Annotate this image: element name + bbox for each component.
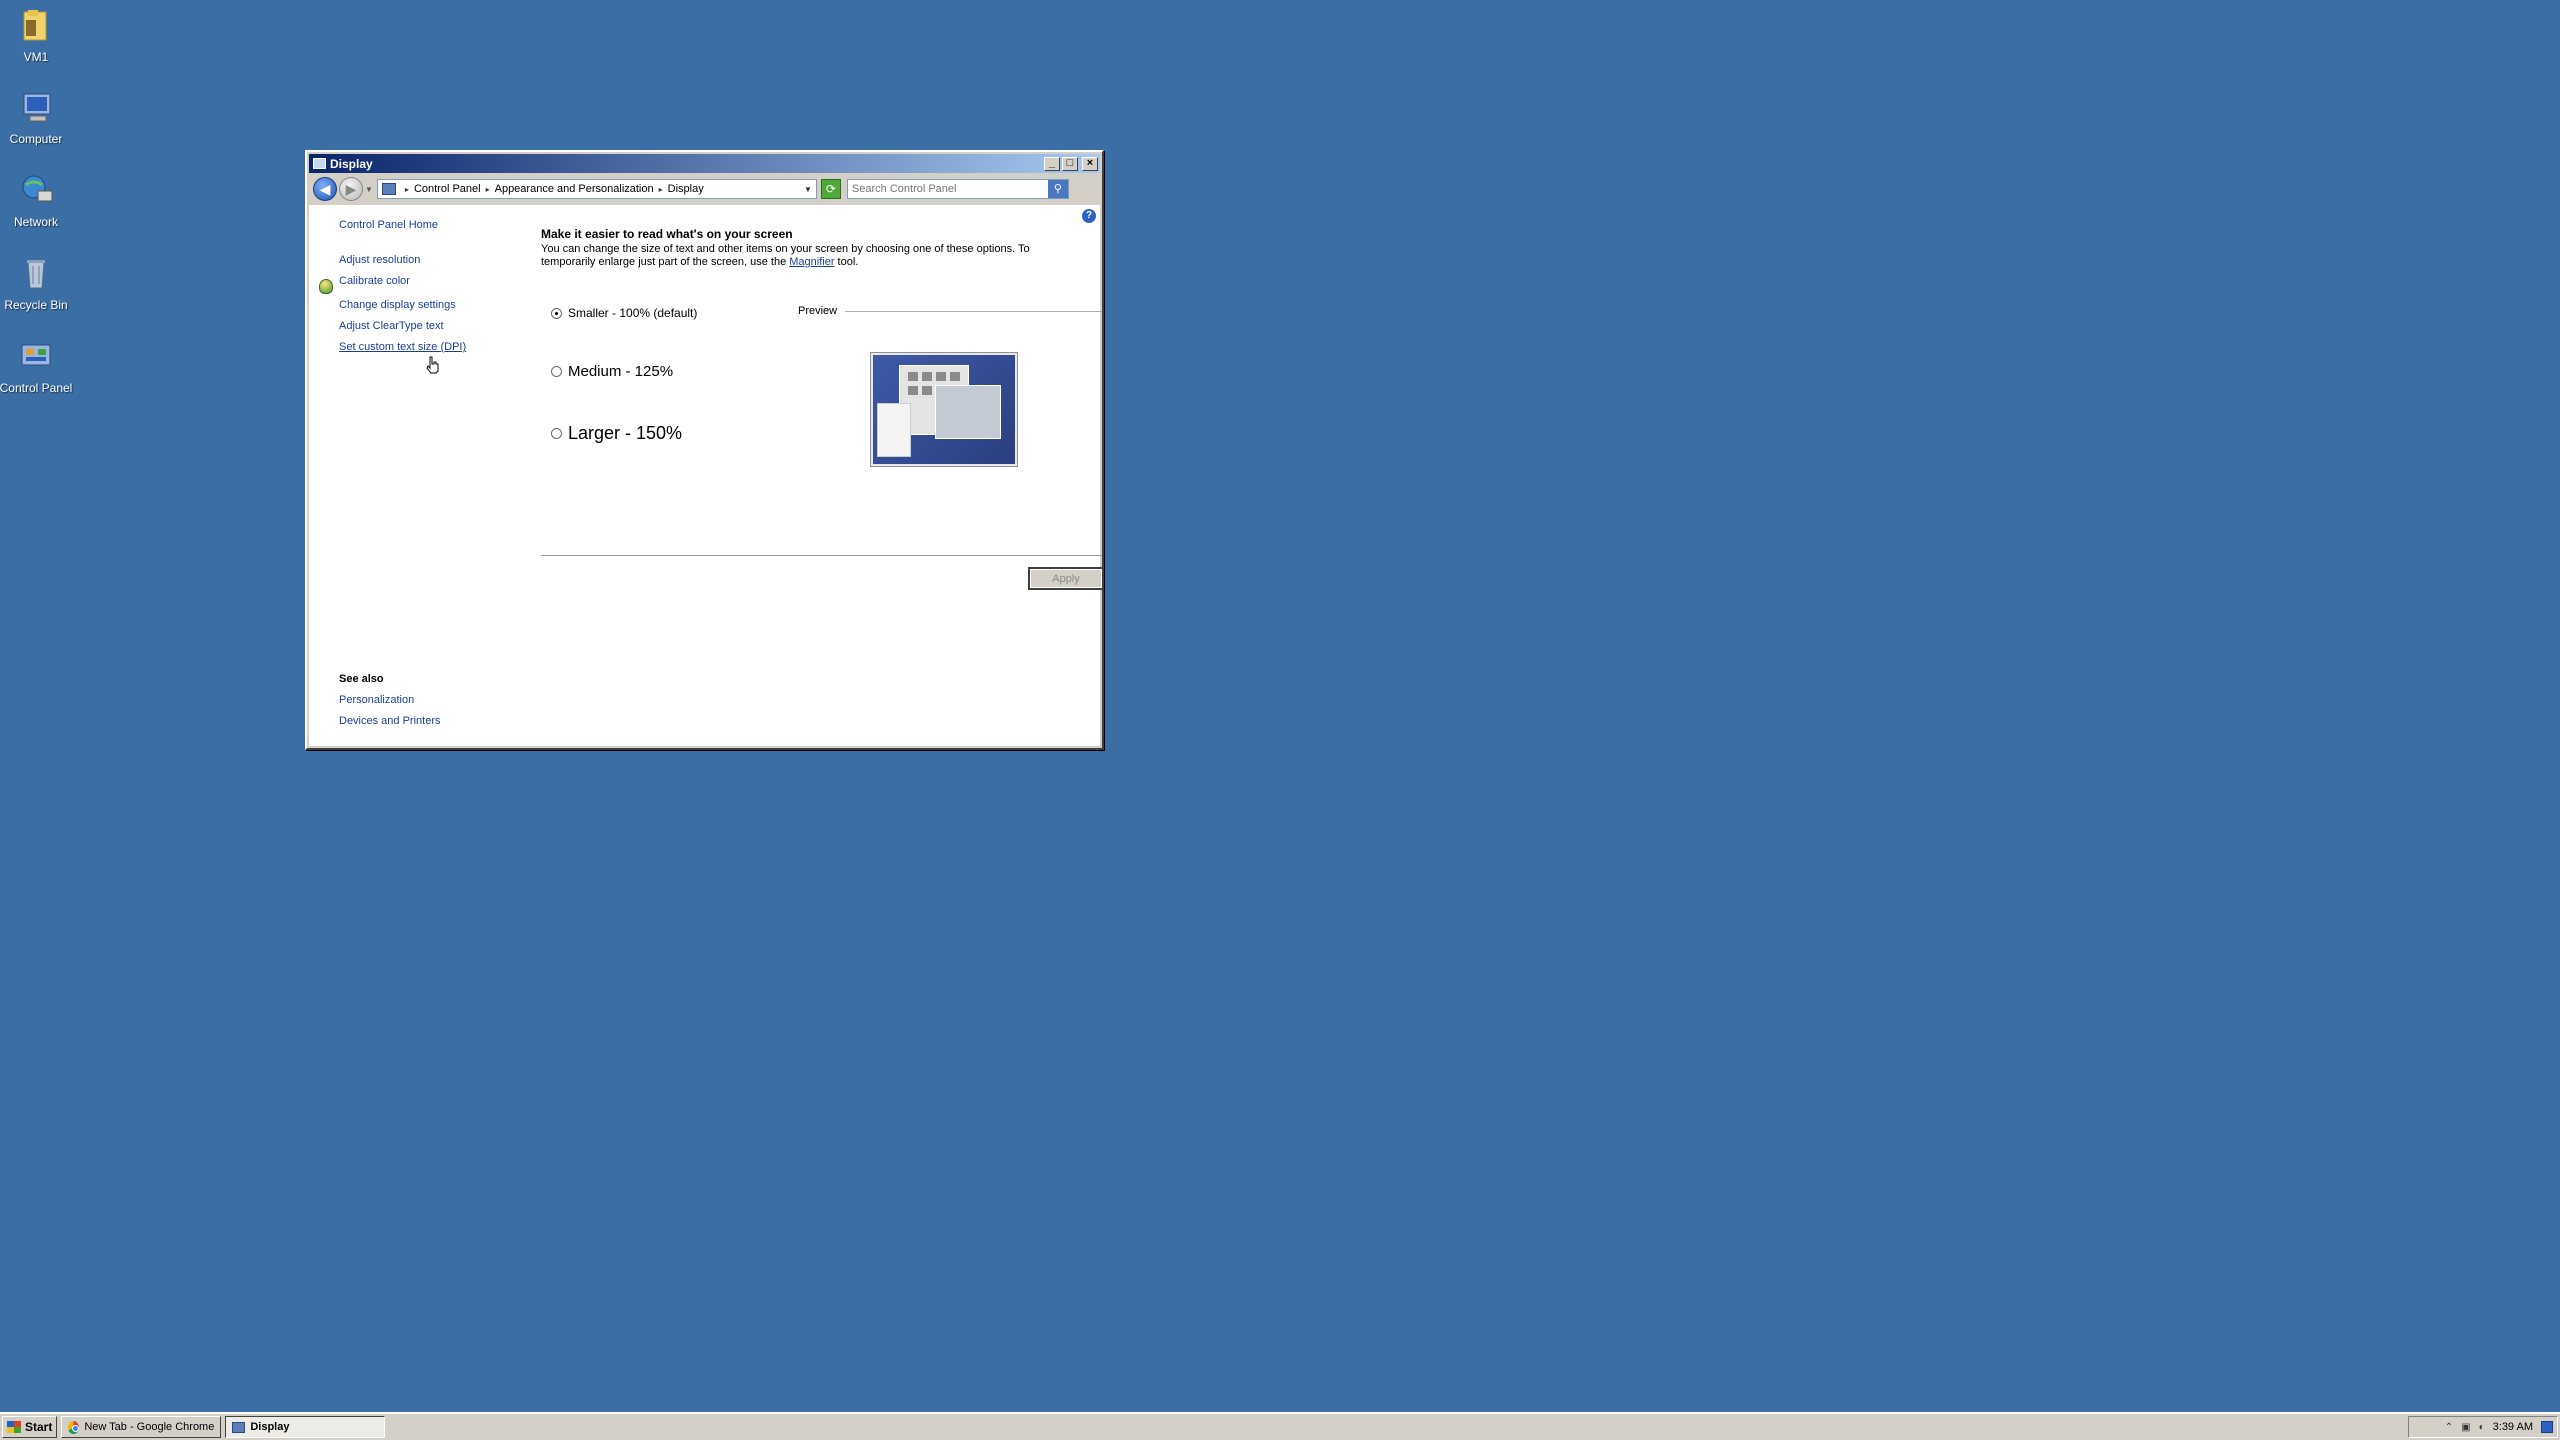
desktop-icon-vm1[interactable]: VM1 — [0, 6, 76, 64]
description-text: You can change the size of text and othe… — [541, 243, 1030, 268]
window-title: Display — [330, 156, 373, 171]
page-title: Make it easier to read what's on your sc… — [541, 227, 793, 241]
preview-sidebar — [877, 403, 911, 457]
chrome-icon — [68, 1420, 80, 1434]
refresh-button[interactable]: ⟳ — [820, 179, 841, 199]
search-input[interactable] — [847, 183, 1048, 195]
radio-button[interactable] — [551, 428, 562, 439]
breadcrumb-display[interactable]: Display — [668, 183, 704, 195]
forward-button[interactable]: ▶ — [339, 177, 363, 201]
close-button[interactable]: × — [1082, 156, 1098, 171]
content-area: ? Control Panel Home Adjust resolution C… — [309, 205, 1104, 746]
control-panel-icon — [381, 183, 396, 195]
nav-adjust-cleartype[interactable]: Adjust ClearType text — [339, 320, 444, 332]
preview-tile — [922, 372, 932, 381]
nav-calibrate-color[interactable]: Calibrate color — [339, 275, 410, 287]
preview-window — [935, 385, 1001, 439]
network-icon — [22, 175, 53, 202]
task-label: Display — [250, 1421, 290, 1433]
computer-icon — [23, 93, 51, 122]
volume-icon[interactable]: ◐ — [2479, 1422, 2485, 1433]
option-label[interactable]: Larger - 150% — [568, 423, 682, 444]
nav-adjust-resolution[interactable]: Adjust resolution — [339, 254, 420, 266]
magnifier-link[interactable]: Magnifier — [789, 256, 834, 268]
apply-button[interactable]: Apply — [1028, 567, 1104, 590]
page-description: You can change the size of text and othe… — [541, 243, 1086, 269]
windows-logo-icon — [7, 1421, 21, 1433]
display-icon — [313, 158, 326, 169]
display-icon — [232, 1421, 246, 1433]
nav-change-display-settings[interactable]: Change display settings — [339, 299, 456, 311]
taskbar-display[interactable]: Display — [225, 1416, 386, 1438]
option-label[interactable]: Medium - 125% — [568, 363, 673, 380]
see-also-heading: See also — [339, 673, 384, 685]
recycle-bin-icon — [27, 260, 45, 289]
nav-custom-text-size[interactable]: Set custom text size (DPI) — [339, 341, 466, 353]
back-button[interactable]: ◀ — [313, 177, 337, 201]
left-nav: Control Panel Home Adjust resolution Cal… — [309, 205, 519, 746]
search-icon[interactable]: ⚲ — [1047, 180, 1068, 198]
option-medium[interactable]: Medium - 125% — [551, 363, 673, 380]
desktop-icon-recycle-bin[interactable]: Recycle Bin — [0, 254, 76, 312]
maximize-button[interactable]: □ — [1062, 156, 1078, 171]
option-label[interactable]: Smaller - 100% (default) — [568, 306, 697, 320]
radio-button[interactable] — [551, 366, 562, 377]
nav-devices-printers[interactable]: Devices and Printers — [339, 715, 441, 727]
nav-control-panel-home[interactable]: Control Panel Home — [339, 219, 438, 231]
main-pane: Make it easier to read what's on your sc… — [537, 205, 1104, 746]
nav-personalization[interactable]: Personalization — [339, 694, 414, 706]
system-tray: ⌃ ▣ ◐ 3:39 AM — [2408, 1416, 2558, 1438]
start-button[interactable]: Start — [2, 1416, 58, 1438]
folder-icon — [23, 10, 47, 41]
chevron-right-icon[interactable]: ▸ — [405, 185, 409, 194]
breadcrumb-control-panel[interactable]: Control Panel — [414, 183, 481, 195]
show-desktop-icon[interactable] — [2541, 1421, 2553, 1433]
task-label: New Tab - Google Chrome — [84, 1421, 215, 1433]
tray-arrow-icon[interactable]: ⌃ — [2445, 1422, 2453, 1433]
address-bar: ◀ ▶ ▼ ▸ Control Panel ▸ Appearance and P… — [309, 175, 1100, 203]
taskbar-chrome[interactable]: New Tab - Google Chrome — [61, 1416, 222, 1438]
preview-tile — [950, 372, 960, 381]
minimize-button[interactable]: _ — [1044, 156, 1060, 171]
preview-desktop — [873, 355, 1015, 464]
separator — [541, 555, 1102, 556]
chevron-right-icon[interactable]: ▸ — [486, 185, 490, 194]
start-label: Start — [25, 1420, 53, 1434]
preview-tile — [936, 372, 946, 381]
hand-cursor-icon — [426, 356, 439, 374]
option-larger[interactable]: Larger - 150% — [551, 423, 682, 444]
breadcrumb[interactable]: ▸ Control Panel ▸ Appearance and Persona… — [376, 179, 817, 199]
search-box[interactable]: ⚲ — [846, 179, 1069, 199]
preview-tile — [908, 372, 918, 381]
network-tray-icon[interactable]: ▣ — [2461, 1422, 2470, 1433]
desktop-icon-network[interactable]: Network — [0, 171, 76, 229]
desktop-icon-label: Computer — [9, 132, 63, 146]
desktop-icon-control-panel[interactable]: Control Panel — [0, 337, 76, 395]
window-titlebar[interactable]: Display _ □ × — [309, 154, 1100, 173]
preview-tile — [908, 386, 918, 395]
desktop-icon-label: Network — [13, 215, 58, 229]
history-dropdown-icon[interactable]: ▼ — [365, 185, 373, 194]
taskbar: Start New Tab - Google Chrome Display ⌃ … — [0, 1412, 2560, 1440]
display-window: Display _ □ × ◀ ▶ ▼ ▸ Control Panel ▸ Ap… — [305, 150, 1104, 750]
radio-button[interactable] — [551, 307, 562, 319]
desktop-icon-label: Control Panel — [0, 381, 73, 395]
control-panel-icon — [21, 344, 51, 366]
chevron-right-icon[interactable]: ▸ — [659, 185, 663, 194]
desktop-icon-computer[interactable]: Computer — [0, 88, 76, 146]
shield-icon — [319, 279, 333, 294]
desktop-icon-label: VM1 — [23, 50, 49, 64]
preview-divider — [845, 311, 1102, 312]
preview-label: Preview — [798, 305, 838, 317]
option-smaller[interactable]: Smaller - 100% (default) — [551, 306, 697, 320]
preview-image — [870, 352, 1018, 467]
desktop-icon-label: Recycle Bin — [4, 298, 68, 312]
description-text-end: tool. — [834, 256, 859, 268]
address-dropdown-icon[interactable]: ▼ — [804, 185, 812, 194]
breadcrumb-appearance[interactable]: Appearance and Personalization — [495, 183, 654, 195]
clock[interactable]: 3:39 AM — [2493, 1421, 2533, 1433]
preview-tile — [922, 386, 932, 395]
